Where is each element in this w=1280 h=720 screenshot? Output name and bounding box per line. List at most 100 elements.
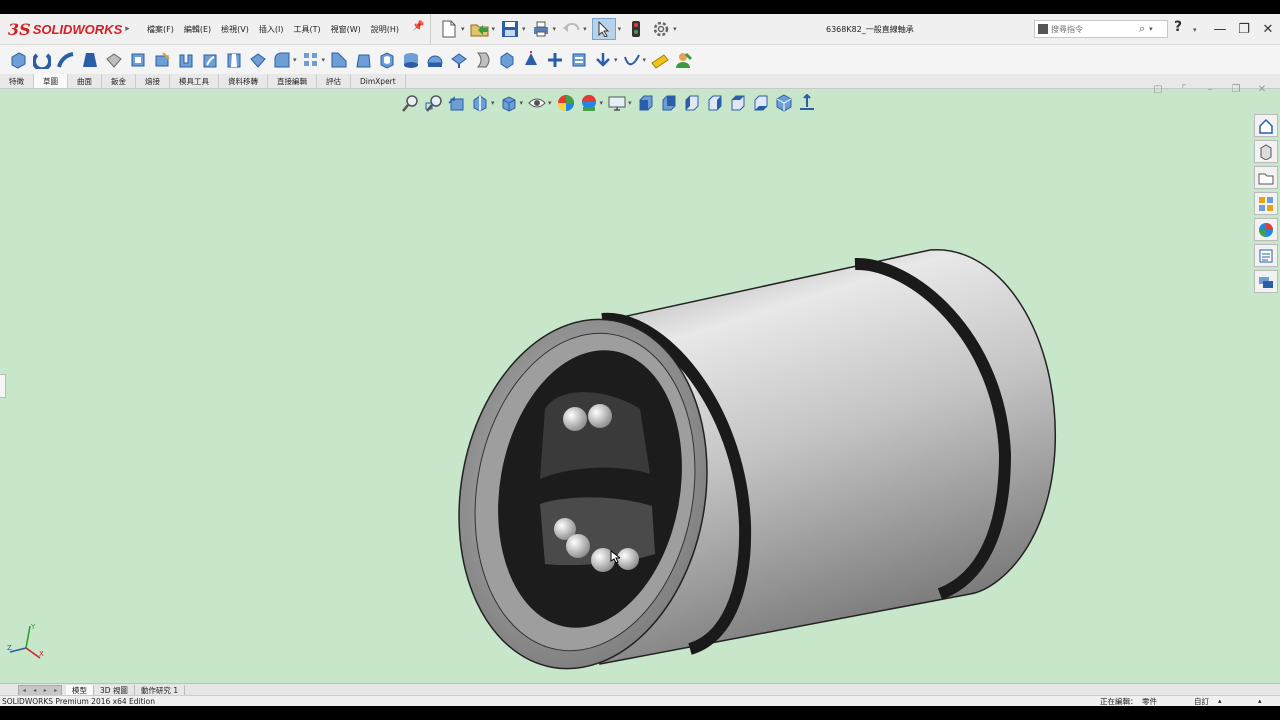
options-button[interactable] — [651, 19, 671, 39]
scene-dropdown-icon[interactable]: ▾ — [600, 99, 604, 107]
tab-3d-views[interactable]: 3D 視圖 — [94, 684, 135, 696]
units-dropdown-icon[interactable]: ▴ — [1218, 696, 1222, 706]
hide-show-items-button[interactable] — [528, 94, 546, 112]
help-button[interactable]: ? — [1174, 19, 1182, 35]
tab-data-migration[interactable]: 資料移轉 — [219, 74, 268, 88]
menu-insert[interactable]: 插入(I) — [258, 22, 285, 37]
linear-bearing-model[interactable] — [440, 234, 1080, 674]
view-isometric-button[interactable] — [775, 94, 793, 112]
extruded-cut-button[interactable] — [128, 50, 148, 70]
search-input[interactable] — [1051, 24, 1139, 34]
open-document-button[interactable] — [470, 19, 490, 39]
menu-tools[interactable]: 工具(T) — [292, 22, 321, 37]
view-settings-dropdown-icon[interactable]: ▾ — [628, 99, 632, 107]
move-face-button[interactable] — [545, 50, 565, 70]
apply-scene-button[interactable] — [580, 94, 598, 112]
minimize-button[interactable]: — — [1208, 14, 1232, 44]
curve-dropdown-icon[interactable]: ▾ — [643, 56, 647, 64]
select-dropdown-icon[interactable]: ▾ — [618, 25, 622, 33]
file-explorer-tab[interactable] — [1254, 166, 1278, 189]
next-tab-icon[interactable]: ▸ — [44, 687, 47, 694]
revolved-boss-button[interactable] — [32, 50, 52, 70]
boundary-cut-button[interactable] — [248, 50, 268, 70]
swept-cut-button[interactable] — [200, 50, 220, 70]
curve-through-points-button[interactable] — [622, 50, 642, 70]
solidworks-logo[interactable]: 3S SOLIDWORKS ▸ — [8, 18, 130, 40]
draft-button[interactable] — [353, 50, 373, 70]
rib-button[interactable] — [329, 50, 349, 70]
wrap-button[interactable] — [401, 50, 421, 70]
lofted-boss-button[interactable] — [80, 50, 100, 70]
status-settings-icon[interactable]: ▴ — [1258, 696, 1262, 706]
view-orientation-dropdown-icon[interactable]: ▾ — [491, 99, 495, 107]
viewport-minimize-icon[interactable]: – — [1202, 82, 1218, 96]
view-back-button[interactable] — [660, 94, 678, 112]
view-settings-button[interactable] — [608, 94, 626, 112]
select-button[interactable] — [591, 18, 616, 40]
linear-pattern-button[interactable] — [301, 50, 321, 70]
intersect-button[interactable] — [497, 50, 517, 70]
flex-button[interactable] — [449, 50, 469, 70]
link-views-icon[interactable]: ⌜ — [1176, 82, 1192, 96]
tab-sheet-metal[interactable]: 鈑金 — [102, 74, 136, 88]
curves-button[interactable] — [569, 50, 589, 70]
instant3d-button[interactable] — [593, 50, 613, 70]
magnifier-icon[interactable]: ⌕ — [1139, 22, 1145, 36]
save-dropdown-icon[interactable]: ▾ — [522, 25, 526, 33]
tab-sketch[interactable]: 草圖 — [34, 74, 68, 88]
fillet-dropdown-icon[interactable]: ▾ — [293, 56, 297, 64]
design-library-tab[interactable] — [1254, 140, 1278, 163]
extruded-boss-button[interactable] — [8, 50, 28, 70]
zoom-to-fit-button[interactable] — [402, 94, 420, 112]
undo-dropdown-icon[interactable]: ▾ — [583, 25, 587, 33]
last-tab-icon[interactable]: ▸ — [54, 687, 57, 694]
open-dropdown-icon[interactable]: ▾ — [492, 25, 496, 33]
edit-appearance-button[interactable] — [557, 94, 575, 112]
restore-button[interactable]: ❐ — [1232, 14, 1256, 44]
instant3d-dropdown-icon[interactable]: ▾ — [614, 56, 618, 64]
tab-evaluate[interactable]: 評估 — [317, 74, 351, 88]
unit-system[interactable]: 自訂 — [1194, 696, 1209, 706]
viewport-close-icon[interactable]: ✕ — [1254, 82, 1270, 96]
swept-boss-button[interactable] — [56, 50, 76, 70]
search-dropdown-icon[interactable]: ▾ — [1149, 25, 1153, 33]
feature-manager-handle[interactable] — [0, 374, 6, 398]
measure-button[interactable] — [650, 50, 670, 70]
view-right-button[interactable] — [706, 94, 724, 112]
menu-edit[interactable]: 編輯(E) — [183, 22, 212, 37]
view-front-button[interactable] — [637, 94, 655, 112]
tab-dimxpert[interactable]: DimXpert — [351, 74, 406, 88]
display-style-dropdown-icon[interactable]: ▾ — [520, 99, 524, 107]
tab-scroll-arrows[interactable]: ◂ ◂ ▸ ▸ — [18, 684, 62, 696]
tab-mold-tools[interactable]: 模具工具 — [170, 74, 219, 88]
view-left-button[interactable] — [683, 94, 701, 112]
lofted-cut-button[interactable] — [224, 50, 244, 70]
hole-wizard-button[interactable] — [152, 50, 172, 70]
custom-properties-tab[interactable] — [1254, 244, 1278, 267]
help-dropdown-icon[interactable]: ▾ — [1193, 26, 1197, 34]
normal-to-button[interactable] — [798, 94, 816, 112]
tab-weldments[interactable]: 熔接 — [136, 74, 170, 88]
prev-tab-icon[interactable]: ◂ — [33, 687, 36, 694]
save-button[interactable] — [500, 19, 520, 39]
forum-tab[interactable] — [1254, 270, 1278, 293]
user-button[interactable] — [674, 50, 694, 70]
rebuild-button[interactable] — [626, 19, 646, 39]
menu-view[interactable]: 檢視(V) — [220, 22, 250, 37]
undo-button[interactable] — [561, 19, 581, 39]
section-view-button[interactable] — [471, 94, 489, 112]
shell-button[interactable] — [377, 50, 397, 70]
print-dropdown-icon[interactable]: ▾ — [553, 25, 557, 33]
revolved-cut-button[interactable] — [176, 50, 196, 70]
deform-button[interactable] — [473, 50, 493, 70]
new-document-button[interactable] — [439, 19, 459, 39]
first-tab-icon[interactable]: ◂ — [23, 687, 26, 694]
options-dropdown-icon[interactable]: ▾ — [673, 25, 677, 33]
tab-features[interactable]: 特徵 — [0, 74, 34, 88]
close-button[interactable]: ✕ — [1256, 14, 1280, 44]
zoom-to-area-button[interactable] — [425, 94, 443, 112]
pattern-dropdown-icon[interactable]: ▾ — [322, 56, 326, 64]
tab-surfaces[interactable]: 曲面 — [68, 74, 102, 88]
tab-motion-study[interactable]: 動作研究 1 — [135, 684, 186, 696]
fillet-button[interactable] — [272, 50, 292, 70]
